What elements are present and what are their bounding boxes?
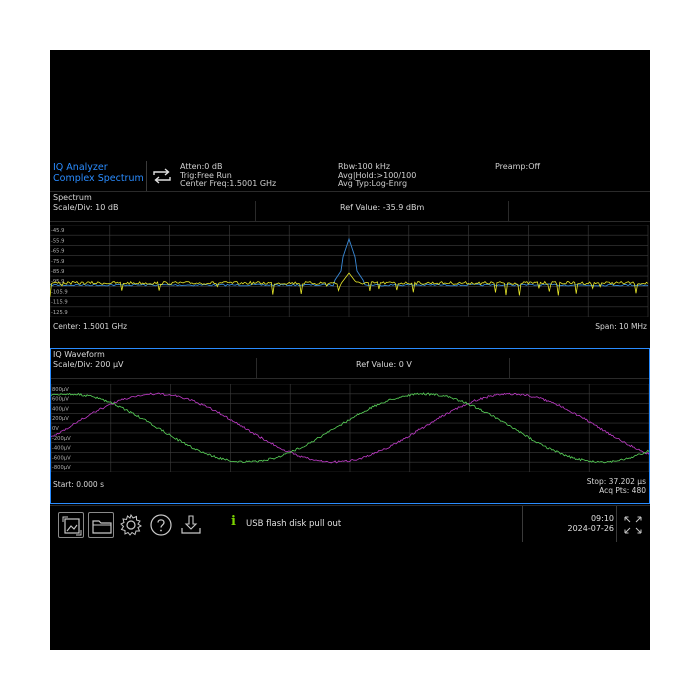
iq-header-tick (509, 358, 510, 378)
status-divider (616, 506, 617, 542)
status-message: USB flash disk pull out (246, 519, 342, 529)
spectrum-y-tick: -105.9 (51, 289, 68, 295)
preamp-text: Preamp:Off (495, 162, 540, 171)
spectrum-scale[interactable]: Scale/Div: 10 dB (53, 203, 118, 212)
iq-y-tick: 600µV (52, 397, 69, 403)
spectrum-y-tick: -55.9 (51, 238, 64, 244)
iq-y-tick: 400µV (52, 406, 69, 412)
fullscreen-icon (624, 516, 642, 534)
iq-y-tick: 0V (52, 426, 59, 432)
spectrum-header-tick (508, 201, 509, 221)
screenshot-button[interactable] (58, 512, 84, 538)
spectrum-y-tick: -65.9 (51, 249, 64, 255)
download-icon (181, 515, 201, 534)
image-icon (62, 516, 82, 536)
clock-date: 2024-07-26 (567, 524, 615, 533)
status-bar: i USB flash disk pull out 09:10 2024-07-… (50, 505, 650, 542)
spectrum-y-tick: -45.9 (51, 228, 64, 234)
spectrum-panel: Spectrum Scale/Div: 10 dB Ref Value: -35… (50, 192, 650, 347)
settings-button[interactable] (118, 512, 144, 538)
iq-scale[interactable]: Scale/Div: 200 µV (53, 360, 124, 369)
folder-icon (92, 520, 112, 534)
iq-y-tick: -200µV (52, 436, 71, 442)
spectrum-y-tick: -115.9 (51, 300, 68, 306)
clock: 09:10 2024-07-26 (568, 514, 615, 534)
mode-line1: IQ Analyzer (53, 162, 108, 173)
header-col-atten[interactable]: Atten:0 dB Trig:Free Run Center Freq:1.5… (180, 162, 277, 189)
info-icon: i (231, 514, 236, 529)
iq-title: IQ Waveform (53, 350, 105, 359)
analyzer-screen: IQ Analyzer Complex Spectrum Atten:0 dB … (50, 50, 650, 650)
iq-stop: Stop: 37.202 µs (586, 477, 646, 486)
spectrum-header-tick (255, 201, 256, 221)
spectrum-y-tick: -75.9 (51, 259, 64, 265)
iq-header-tick (256, 358, 257, 378)
iq-header-line (51, 378, 649, 379)
save-button[interactable] (178, 512, 204, 538)
iq-acq-pts: Acq Pts: 480 (599, 486, 646, 495)
status-divider (522, 506, 523, 542)
iq-y-tick: -400µV (52, 446, 71, 452)
spectrum-header-line (50, 221, 650, 222)
header-divider (146, 161, 147, 191)
help-button[interactable] (148, 512, 174, 538)
header-col-preamp[interactable]: Preamp:Off (495, 162, 540, 172)
header-col-rbw[interactable]: Rbw:100 kHz Avg|Hold:>100/100 Avg Typ:Lo… (338, 162, 416, 189)
iq-waveform-panel[interactable]: IQ Waveform Scale/Div: 200 µV Ref Value:… (50, 348, 650, 504)
spectrum-y-tick: -125.9 (51, 310, 68, 316)
iq-start: Start: 0.000 s (53, 480, 104, 489)
gear-icon (120, 513, 142, 536)
spectrum-title: Spectrum (53, 193, 92, 202)
header-bar: IQ Analyzer Complex Spectrum Atten:0 dB … (50, 161, 650, 192)
file-button[interactable] (88, 512, 114, 538)
help-icon (150, 514, 172, 536)
spectrum-y-tick: -85.9 (51, 269, 64, 275)
repeat-icon[interactable] (151, 167, 173, 185)
spectrum-plot[interactable]: -45.9-55.9-65.9-75.9-85.9-95.9-105.9-115… (50, 225, 650, 317)
fullscreen-button[interactable] (620, 512, 646, 538)
iq-stop-block: Stop: 37.202 µs Acq Pts: 480 (587, 477, 646, 495)
mode-label[interactable]: IQ Analyzer Complex Spectrum (53, 162, 144, 184)
spectrum-ref-value[interactable]: Ref Value: -35.9 dBm (340, 203, 424, 212)
clock-time: 09:10 (590, 514, 614, 523)
center-freq-text: Center Freq:1.5001 GHz (180, 179, 277, 189)
mode-line2: Complex Spectrum (53, 173, 144, 184)
avg-type-text: Avg Typ:Log-Enrg (338, 179, 408, 189)
iq-y-tick: -800µV (52, 465, 71, 471)
iq-y-tick: 200µV (52, 416, 69, 422)
spectrum-center: Center: 1.5001 GHz (53, 322, 128, 331)
iq-plot[interactable]: 800µV 600µV 400µV 200µV 0V -200µV -400µV -600µV… (51, 384, 649, 472)
iq-y-tick: -600µV (52, 455, 71, 461)
spectrum-span: Span: 10 MHz (595, 322, 647, 331)
iq-y-tick: 800µV (52, 387, 69, 393)
iq-ref-value[interactable]: Ref Value: 0 V (356, 360, 412, 369)
